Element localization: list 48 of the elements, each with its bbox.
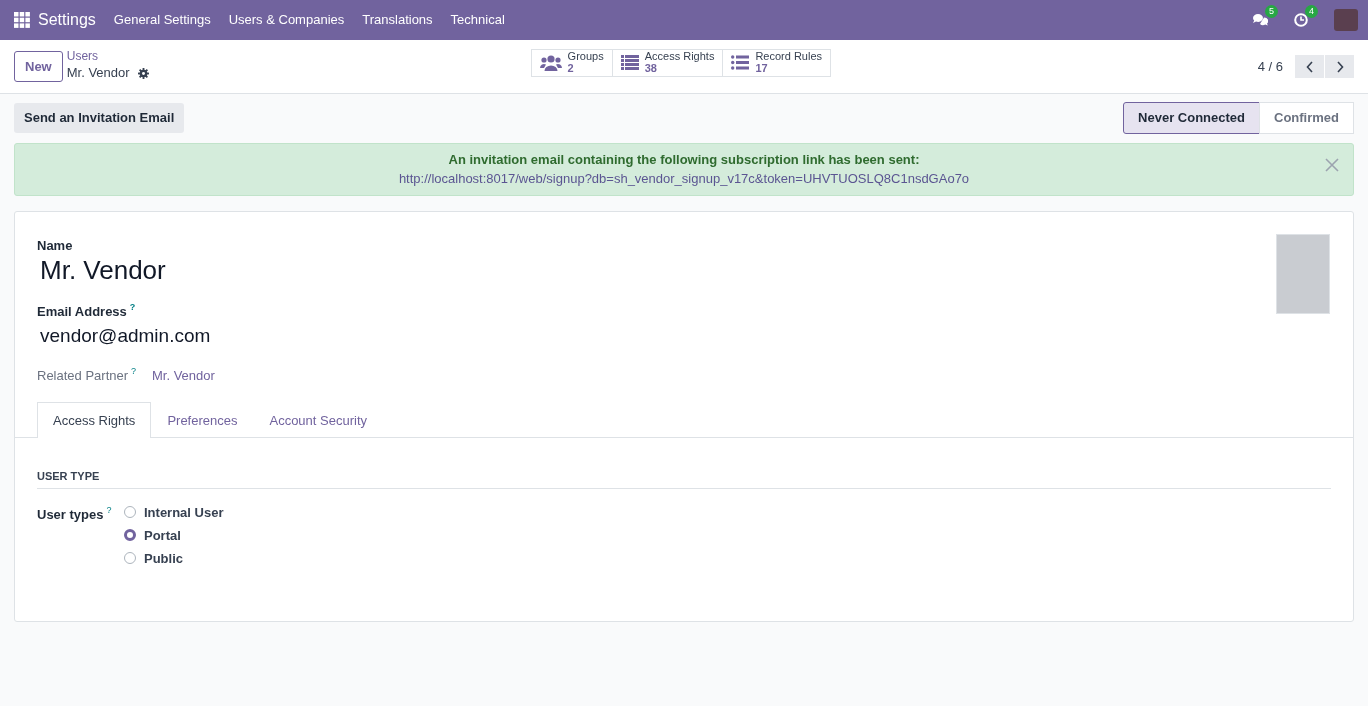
send-invitation-button[interactable]: Send an Invitation Email — [14, 103, 185, 133]
alert-message: An invitation email containing the following subscription link has been sent: — [448, 150, 920, 169]
apps-grid-icon[interactable] — [14, 12, 30, 28]
tab[interactable]: Preferences — [151, 401, 254, 439]
tab[interactable]: Access Rights — [37, 401, 152, 439]
signup-link[interactable]: http://localhost:8017/web/signup?db=sh_vendor_signup_v17c&token=UHVTUOSLQ8C1nsdGAo7o — [398, 171, 970, 186]
partner-link[interactable]: Mr. Vendor — [152, 366, 215, 386]
option-label: Portal — [144, 526, 181, 545]
option-label: Internal User — [144, 503, 224, 522]
menu-item[interactable]: Users & Companies — [228, 10, 345, 30]
field-label: User types — [37, 506, 104, 522]
settings-icon[interactable] — [137, 67, 149, 79]
field-label: Email Address — [37, 304, 127, 320]
message-count-badge: 5 — [1265, 5, 1278, 18]
chevron-left-icon — [1305, 61, 1314, 74]
breadcrumb-link[interactable]: Users — [66, 50, 149, 64]
smart-button[interactable]: Access Rights 38 — [611, 48, 724, 77]
status-stage[interactable]: Confirmed — [1259, 102, 1354, 134]
clock-icon[interactable] — [1294, 13, 1308, 27]
users-icon — [539, 53, 562, 72]
field-label: Related Partner — [37, 368, 129, 384]
radio-button[interactable] — [124, 529, 136, 542]
section-title: USER TYPE — [37, 468, 1331, 489]
help-mark[interactable]: ? — [129, 302, 136, 313]
smart-button[interactable]: Record Rules 17 — [722, 48, 832, 77]
smart-button[interactable]: Groups 2 — [530, 48, 613, 77]
pager-counter: 4 / 6 — [1257, 57, 1283, 76]
app-title[interactable]: Settings — [38, 8, 96, 32]
menu-item[interactable]: Translations — [362, 10, 433, 30]
menu-item[interactable]: Technical — [450, 10, 505, 30]
list-icon — [731, 55, 750, 70]
new-button[interactable]: New — [14, 50, 63, 83]
activity-count-badge: 4 — [1305, 5, 1318, 18]
tab[interactable]: Account Security — [253, 401, 383, 439]
list-icon — [620, 55, 639, 70]
chat-icon[interactable] — [1252, 13, 1268, 27]
status-stage[interactable]: Never Connected — [1123, 102, 1260, 134]
chevron-right-icon — [1335, 61, 1344, 74]
option-label: Public — [144, 549, 183, 568]
record-title: Mr. Vendor — [66, 64, 130, 83]
field-label: Name — [37, 236, 74, 255]
help-mark[interactable]: ? — [106, 504, 112, 515]
name-field[interactable]: Mr. Vendor — [40, 255, 1331, 287]
next-button[interactable] — [1325, 55, 1354, 78]
previous-button[interactable] — [1295, 55, 1324, 78]
menu-item[interactable]: General Settings — [113, 10, 211, 30]
email-field[interactable]: vendor@admin.com — [40, 321, 1331, 351]
help-mark[interactable]: ? — [131, 366, 137, 377]
